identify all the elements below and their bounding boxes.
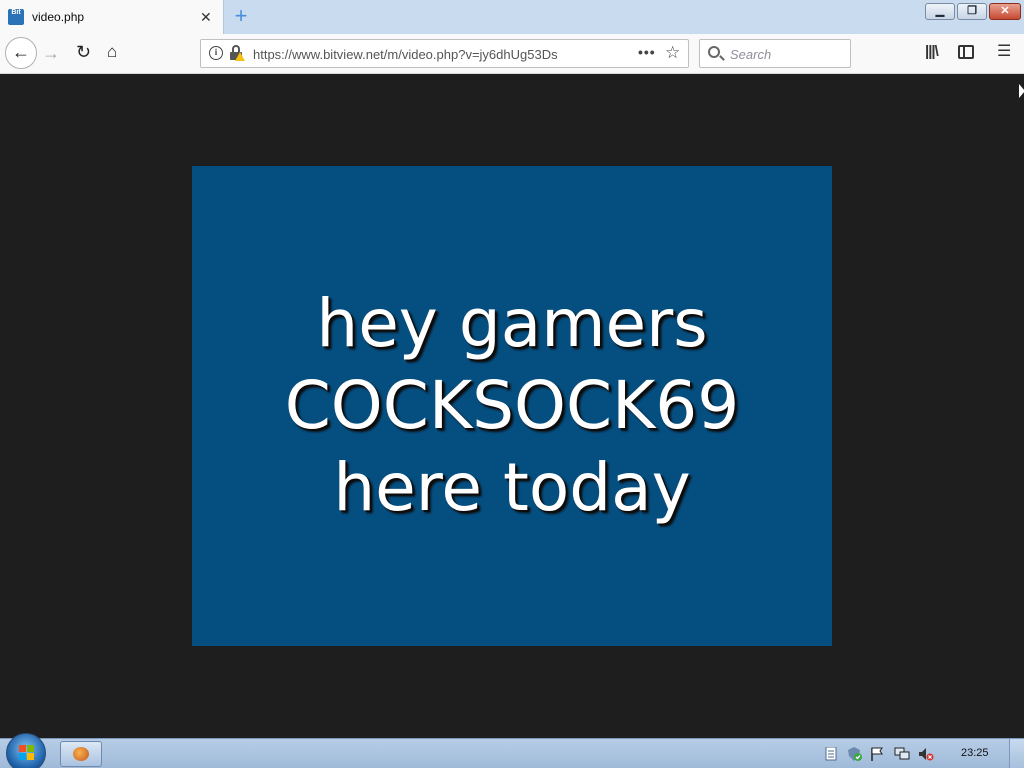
reload-button[interactable]: ↻ [76,42,91,62]
security-shield-icon[interactable] [847,747,862,761]
volume-muted-icon[interactable] [918,747,934,761]
clock[interactable]: 23:25 [961,747,989,759]
video-player[interactable]: hey gamers COCKSOCK69 here today [192,166,832,646]
info-icon[interactable]: i [209,46,223,60]
bitview-favicon-icon: Bit [8,9,24,25]
sidebar-icon[interactable] [958,45,974,59]
minimize-icon: ▁ [935,5,945,17]
url-bar[interactable]: i https://www.bitview.net/m/video.php?v=… [200,39,689,68]
tab-strip: Bit video.php ✕ + ▁ ❐ ✕ [0,0,1024,34]
forward-button[interactable]: → [42,43,60,63]
insecure-lock-icon[interactable] [229,45,245,61]
search-icon [708,46,720,58]
page-actions-icon[interactable]: ••• [638,44,656,60]
video-caption-line: hey gamers [316,285,708,362]
minimize-button[interactable]: ▁ [925,3,955,20]
start-button[interactable] [6,733,46,768]
action-center-flag-icon[interactable] [870,747,884,761]
search-input[interactable]: Search [699,39,851,68]
video-caption-line: here today [333,449,691,526]
video-caption-line: COCKSOCK69 [284,367,740,444]
document-icon[interactable] [824,746,838,761]
mouse-cursor-icon [1019,84,1024,98]
maximize-button[interactable]: ❐ [957,3,987,20]
close-icon[interactable]: ✕ [200,9,212,25]
network-icon[interactable] [894,747,910,761]
search-placeholder: Search [730,47,772,62]
taskbar-firefox-button[interactable] [60,741,102,767]
plus-icon[interactable]: + [230,5,252,27]
home-button[interactable]: ⌂ [107,42,117,62]
show-desktop-button[interactable] [1009,739,1024,768]
taskbar: 23:25 [0,733,1024,768]
restore-icon: ❐ [967,5,977,17]
back-button[interactable]: ← [5,37,37,69]
tab-title: video.php [32,10,85,24]
tab-video-php[interactable]: Bit video.php ✕ [0,0,224,34]
url-text[interactable]: https://www.bitview.net/m/video.php?v=jy… [253,47,558,62]
windows-logo-icon [19,745,35,761]
menu-icon[interactable]: ☰ [997,43,1011,61]
close-icon: ✕ [1000,5,1010,17]
page-content: hey gamers COCKSOCK69 here today [0,75,1024,738]
firefox-icon [73,747,89,761]
bookmark-star-icon[interactable]: ☆ [665,43,680,63]
library-icon[interactable]: |||\ [925,43,939,60]
close-window-button[interactable]: ✕ [989,3,1021,20]
navigation-toolbar: ← → ↻ ⌂ i https://www.bitview.net/m/vide… [0,34,1024,74]
